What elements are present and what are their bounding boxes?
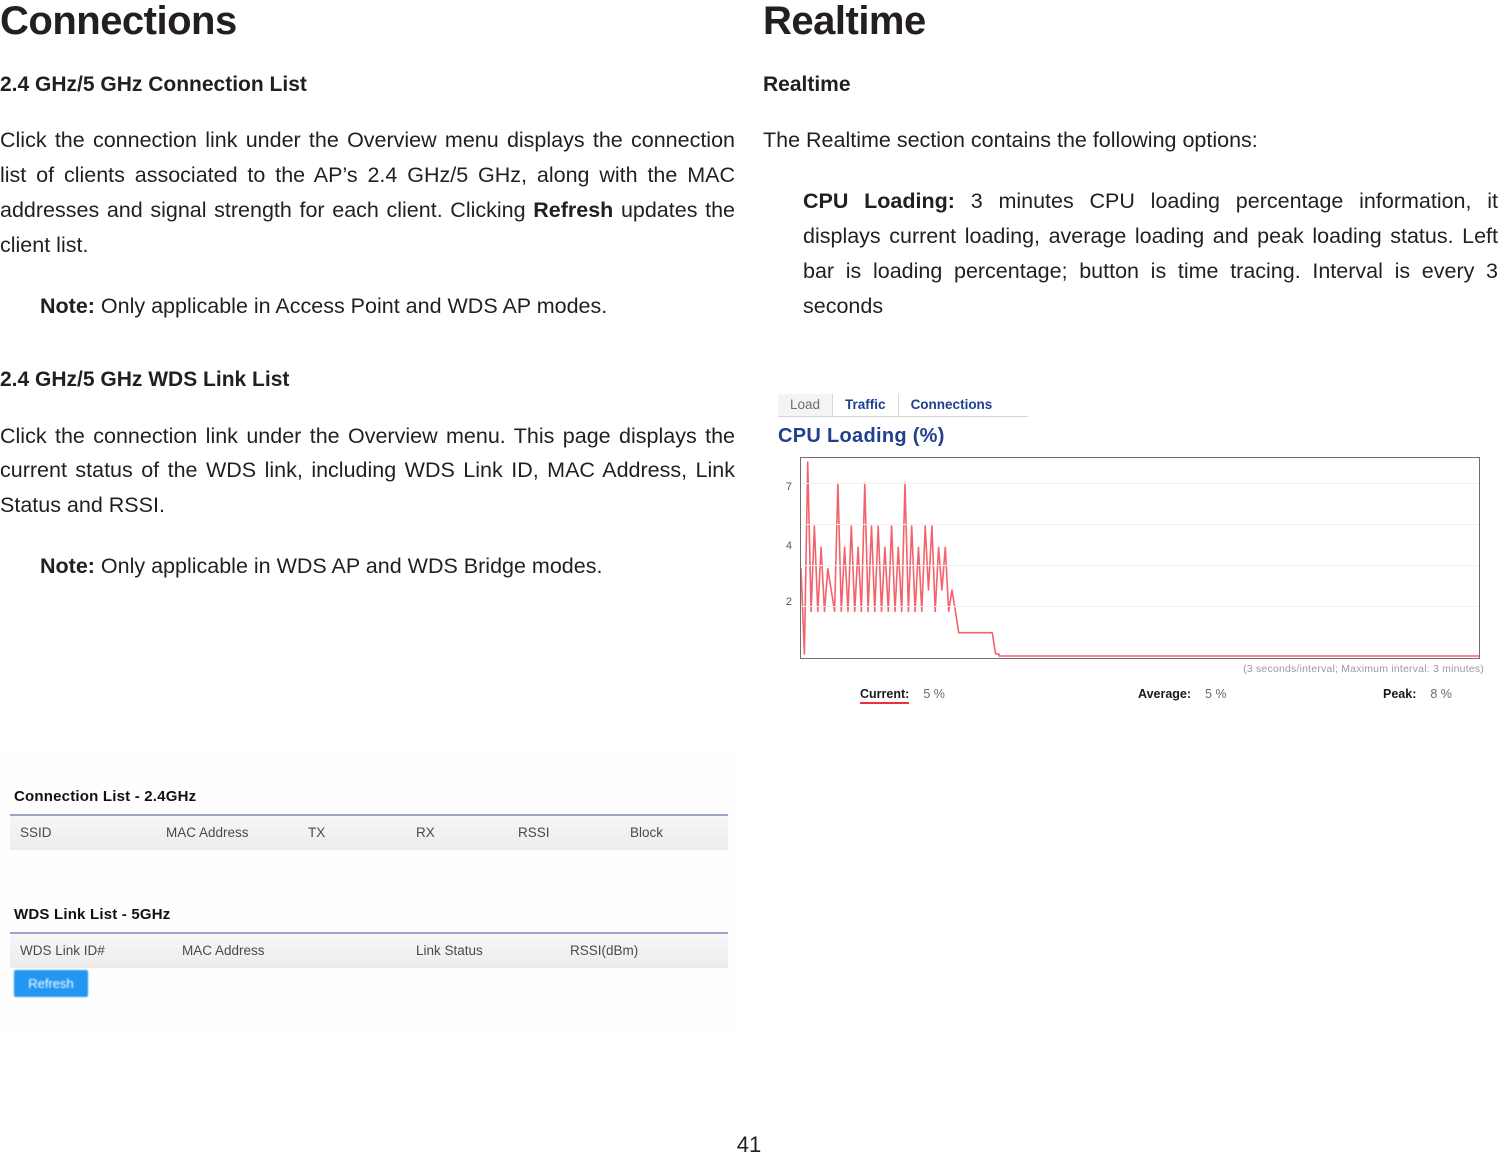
tab-load[interactable]: Load bbox=[778, 394, 834, 416]
stat-peak-value: 8 % bbox=[1430, 687, 1452, 701]
wds-link-list-table-header: WDS Link ID# MAC Address Link Status RSS… bbox=[10, 932, 728, 968]
note-label: Note: bbox=[40, 293, 95, 318]
column-header-link-status: Link Status bbox=[416, 943, 483, 958]
realtime-load-screenshot: Load Traffic Connections CPU Loading (%)… bbox=[768, 385, 1490, 730]
refresh-emphasis: Refresh bbox=[533, 197, 614, 222]
heading-wds-link-list: 2.4 GHz/5 GHz WDS Link List bbox=[0, 368, 290, 392]
document-page: Connections 2.4 GHz/5 GHz Connection Lis… bbox=[0, 0, 1498, 1172]
connection-list-table-header: SSID MAC Address TX RX RSSI Block bbox=[10, 814, 728, 850]
chart-title: CPU Loading (%) bbox=[778, 425, 945, 447]
y-axis-tick-4: 4 bbox=[785, 540, 792, 552]
y-axis-tick-7: 7 bbox=[785, 481, 792, 493]
refresh-button[interactable]: Refresh bbox=[14, 970, 88, 997]
connection-list-screenshot: Connection List - 2.4GHz SSID MAC Addres… bbox=[0, 752, 740, 1032]
stat-average: Average: 5 % bbox=[1138, 687, 1227, 701]
left-column: Connections 2.4 GHz/5 GHz Connection Lis… bbox=[0, 0, 735, 610]
paragraph-cpu-loading: CPU Loading: 3 minutes CPU loading perce… bbox=[763, 184, 1498, 323]
paragraph-wds-link-list: Click the connection link under the Over… bbox=[0, 423, 735, 518]
gridline bbox=[801, 524, 1479, 525]
paragraph-connection-list: Click the connection link under the Over… bbox=[0, 123, 735, 262]
chart-stats-row: Current: 5 % Average: 5 % Peak: 8 % bbox=[808, 687, 1468, 711]
paragraph-realtime-intro: The Realtime section contains the follow… bbox=[763, 128, 1258, 153]
stat-average-label: Average: bbox=[1138, 687, 1192, 701]
heading-realtime: Realtime bbox=[763, 73, 851, 96]
note-label: Note: bbox=[40, 554, 95, 578]
page-title-realtime: Realtime bbox=[763, 0, 926, 43]
gridline bbox=[801, 483, 1479, 484]
column-header-rssi-dbm: RSSI(dBm) bbox=[570, 943, 639, 958]
cpu-loading-label: CPU Loading: bbox=[803, 189, 955, 214]
gridline bbox=[801, 606, 1479, 607]
stat-current-value: 5 % bbox=[923, 687, 945, 701]
gridline bbox=[801, 565, 1479, 566]
tab-traffic[interactable]: Traffic bbox=[833, 394, 899, 416]
page-number: 41 bbox=[736, 1132, 762, 1157]
column-header-rssi: RSSI bbox=[518, 825, 550, 840]
note-text: Only applicable in Access Point and WDS … bbox=[94, 293, 608, 318]
cpu-loading-chart bbox=[800, 457, 1480, 659]
right-column: Realtime Realtime The Realtime section c… bbox=[763, 0, 1498, 349]
stat-peak: Peak: 8 % bbox=[1383, 687, 1452, 701]
note-wds-link-list: Note: Only applicable in WDS AP and WDS … bbox=[0, 549, 735, 584]
column-header-ssid: SSID bbox=[20, 825, 52, 840]
connection-list-title: Connection List - 2.4GHz bbox=[14, 788, 197, 805]
column-header-wds-link-id: WDS Link ID# bbox=[20, 943, 105, 958]
column-header-block: Block bbox=[630, 825, 664, 840]
column-header-tx: TX bbox=[308, 825, 326, 840]
wds-link-list-title: WDS Link List - 5GHz bbox=[14, 906, 171, 923]
y-axis-tick-2: 2 bbox=[785, 596, 792, 608]
note-connection-list: Note: Only applicable in Access Point an… bbox=[0, 289, 735, 324]
stat-current-label: Current: bbox=[860, 687, 910, 704]
stat-current: Current: 5 % bbox=[860, 687, 945, 704]
cpu-loading-line-plot bbox=[801, 461, 1479, 657]
note-text: Only applicable in WDS AP and WDS Bridge… bbox=[94, 554, 603, 578]
tab-connections[interactable]: Connections bbox=[899, 394, 1005, 416]
heading-connection-list: 2.4 GHz/5 GHz Connection List bbox=[0, 73, 307, 96]
page-title-connections: Connections bbox=[0, 0, 237, 43]
stat-average-value: 5 % bbox=[1205, 687, 1227, 701]
stat-peak-label: Peak: bbox=[1383, 687, 1417, 701]
chart-interval-note: (3 seconds/interval; Maximum interval: 3… bbox=[1243, 663, 1484, 675]
realtime-tab-bar: Load Traffic Connections bbox=[778, 391, 1028, 417]
column-header-mac-address: MAC Address bbox=[182, 943, 265, 958]
column-header-rx: RX bbox=[416, 825, 435, 840]
column-header-mac-address: MAC Address bbox=[166, 825, 249, 840]
